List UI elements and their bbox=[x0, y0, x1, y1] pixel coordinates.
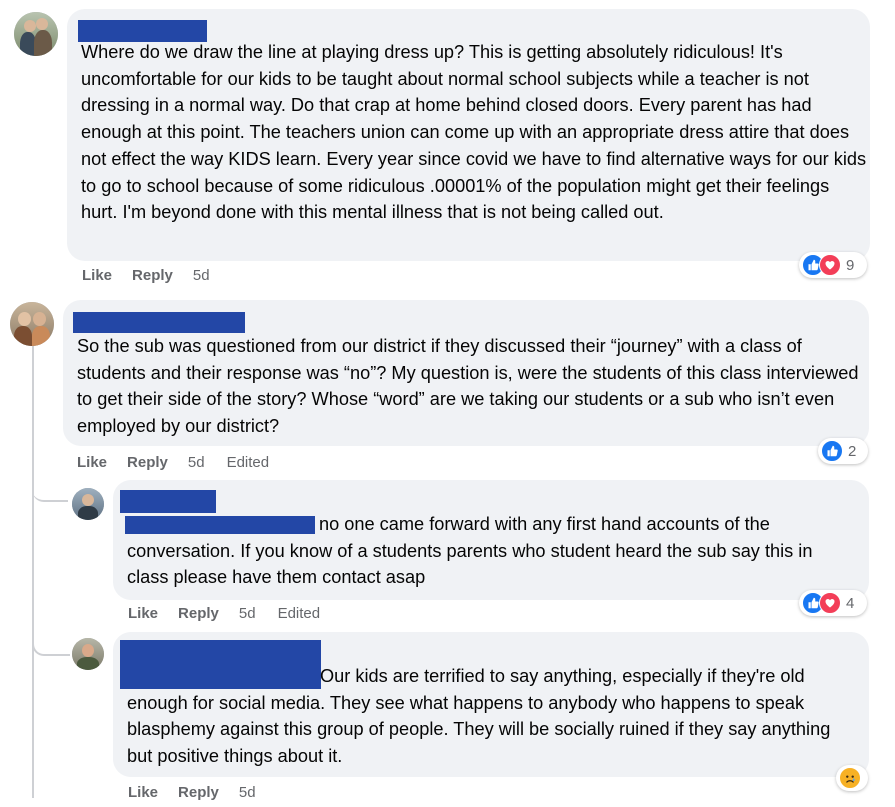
reply-actions: Like Reply 5d Edited bbox=[128, 605, 320, 622]
redacted-author-name bbox=[120, 490, 216, 513]
reply-button[interactable]: Reply bbox=[178, 784, 219, 801]
reaction-count: 4 bbox=[846, 594, 855, 612]
thread-line bbox=[32, 346, 34, 798]
comment-bubble: So the sub was questioned from our distr… bbox=[63, 300, 869, 446]
redacted-author-name bbox=[73, 312, 245, 333]
timestamp[interactable]: 5d bbox=[193, 267, 210, 284]
reaction-summary[interactable]: 9 bbox=[799, 252, 867, 278]
reply-actions: Like Reply 5d bbox=[128, 784, 278, 801]
edited-label[interactable]: Edited bbox=[278, 605, 321, 622]
comment-bubble: Where do we draw the line at playing dre… bbox=[67, 9, 870, 261]
thread-connector bbox=[32, 620, 70, 656]
reaction-summary[interactable]: 2 bbox=[818, 438, 868, 464]
reply-bubble: no one came forward with any first hand … bbox=[113, 480, 869, 600]
like-button[interactable]: Like bbox=[128, 784, 158, 801]
reaction-summary[interactable] bbox=[836, 765, 868, 791]
like-button[interactable]: Like bbox=[128, 605, 158, 622]
comment-text: no one came forward with any first hand … bbox=[127, 514, 813, 588]
avatar[interactable] bbox=[10, 302, 54, 346]
comment-text: Where do we draw the line at playing dre… bbox=[81, 42, 867, 223]
edited-label[interactable]: Edited bbox=[227, 454, 270, 471]
timestamp[interactable]: 5d bbox=[239, 784, 256, 801]
timestamp[interactable]: 5d bbox=[188, 454, 205, 471]
comment-text: So the sub was questioned from our distr… bbox=[77, 336, 859, 437]
avatar[interactable] bbox=[72, 638, 104, 670]
reaction-count: 9 bbox=[846, 256, 855, 274]
avatar[interactable] bbox=[72, 488, 104, 520]
love-reaction-icon bbox=[819, 254, 841, 276]
timestamp[interactable]: 5d bbox=[239, 605, 256, 622]
reply-button[interactable]: Reply bbox=[127, 454, 168, 471]
avatar[interactable] bbox=[14, 12, 58, 56]
comment-text: Our kids are terrified to say anything, … bbox=[127, 666, 831, 767]
love-reaction-icon bbox=[819, 592, 841, 614]
thread-connector bbox=[32, 470, 68, 502]
like-button[interactable]: Like bbox=[77, 454, 107, 471]
like-button[interactable]: Like bbox=[82, 267, 112, 284]
reply-button[interactable]: Reply bbox=[132, 267, 173, 284]
reply-bubble: Our kids are terrified to say anything, … bbox=[113, 632, 869, 777]
sad-reaction-icon bbox=[839, 767, 861, 789]
reaction-summary[interactable]: 4 bbox=[799, 590, 867, 616]
reply-button[interactable]: Reply bbox=[178, 605, 219, 622]
comment-actions: Like Reply 5d Edited bbox=[77, 454, 269, 471]
comment-actions: Like Reply 5d bbox=[82, 267, 232, 284]
like-reaction-icon bbox=[821, 440, 843, 462]
reaction-count: 2 bbox=[848, 442, 857, 460]
